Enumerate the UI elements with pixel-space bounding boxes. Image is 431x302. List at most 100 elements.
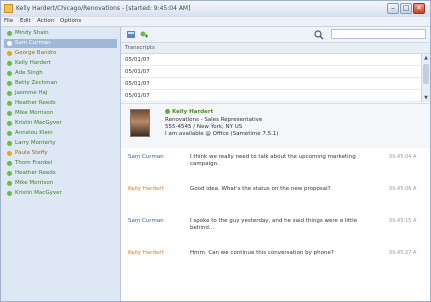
online-status-icon xyxy=(7,171,12,176)
minimize-button[interactable]: – xyxy=(387,3,399,14)
chat-window: Kelly Hardert/Chicago/Renovations - [sta… xyxy=(0,0,431,302)
online-status-icon xyxy=(7,101,12,106)
online-status-icon xyxy=(7,31,12,36)
title-bar[interactable]: Kelly Hardert/Chicago/Renovations - [sta… xyxy=(1,1,430,18)
contact-item[interactable]: Betty Zechman xyxy=(4,79,117,88)
search-icon[interactable] xyxy=(314,30,324,40)
transcript-row[interactable]: 05/01/07 xyxy=(121,78,421,90)
card-org: Renovations - Sales Representative xyxy=(165,117,263,123)
transcript-date: 05/01/07 xyxy=(125,57,150,63)
contact-name: George Bandro xyxy=(15,50,57,56)
contact-name: Heather Reeds xyxy=(15,170,56,176)
contact-item[interactable]: Annelou Klein xyxy=(4,129,117,138)
message-list: Sam Curman I think we really need to talk… xyxy=(121,148,430,301)
card-name: Kelly Hardert xyxy=(172,109,214,115)
contact-item[interactable]: Larry Monterty xyxy=(4,139,117,148)
message-sender: Sam Curman xyxy=(128,218,164,224)
online-status-icon xyxy=(165,109,170,114)
contact-name: Jasmine Haj xyxy=(15,90,48,96)
message-time: 09:45:15 A xyxy=(389,218,417,224)
transcript-list: 05/01/07 05/01/07 05/01/07 05/01/07 xyxy=(121,54,421,102)
close-button[interactable]: ✕ xyxy=(413,3,425,14)
message-text: I spoke to the guy yesterday, and he sai… xyxy=(190,218,358,231)
scroll-down-icon[interactable]: ▼ xyxy=(423,95,429,101)
contact-name: Paula Steffy xyxy=(15,150,48,156)
message-sender: Kelly Hardert xyxy=(128,250,164,256)
away-status-icon xyxy=(7,151,12,156)
contact-name: Larry Monterty xyxy=(15,140,56,146)
avatar xyxy=(130,109,150,137)
transcript-scrollbar[interactable]: ▲ ▼ xyxy=(421,54,430,102)
online-status-icon xyxy=(7,131,12,136)
conversation-panel: Transcripts 05/01/07 05/01/07 05/01/07 0… xyxy=(121,27,430,301)
transcript-row[interactable]: 05/01/07 xyxy=(121,66,421,78)
maximize-button[interactable]: □ xyxy=(400,3,412,14)
scroll-up-icon[interactable]: ▲ xyxy=(423,55,429,61)
contact-card: Kelly Hardert Renovations - Sales Repres… xyxy=(121,103,430,149)
menu-action[interactable]: Action xyxy=(37,18,54,24)
contact-name: Thom Frankel xyxy=(15,160,53,166)
contact-name: Kristin MacGyver xyxy=(15,190,62,196)
contact-name: Mindy Shain xyxy=(15,30,49,36)
message-text: Hmm. Can we continue this conversation b… xyxy=(190,250,334,256)
contact-name: Kristin MacGyver xyxy=(15,120,62,126)
contact-name: Betty Zechman xyxy=(15,80,58,86)
contact-item[interactable]: Mike Morrison xyxy=(4,109,117,118)
toolbar xyxy=(121,27,430,43)
away-status-icon xyxy=(7,51,12,56)
contact-name: Ade Singh xyxy=(15,70,43,76)
online-status-icon xyxy=(7,81,12,86)
contact-item[interactable]: George Bandro xyxy=(4,49,117,58)
contact-name: Mike Morrison xyxy=(15,180,54,186)
app-icon xyxy=(4,4,13,13)
transcript-date: 05/01/07 xyxy=(125,69,150,75)
contact-item[interactable]: Mike Morrison xyxy=(4,179,117,188)
online-status-icon xyxy=(7,111,12,116)
contact-item[interactable]: Heather Reeds xyxy=(4,99,117,108)
contact-name: Heather Reeds xyxy=(15,100,56,106)
contacts-icon[interactable] xyxy=(127,31,135,38)
message-time: 09:45:27 A xyxy=(389,250,417,256)
contact-item[interactable]: Kelly Hardert xyxy=(4,59,117,68)
menu-file[interactable]: File xyxy=(4,18,13,24)
add-contact-icon[interactable] xyxy=(140,31,148,38)
contact-item[interactable]: Sam Curman xyxy=(4,39,117,48)
menu-bar: File Edit Action Options xyxy=(1,17,430,27)
online-status-icon xyxy=(7,61,12,66)
contact-item[interactable]: Mindy Shain xyxy=(4,29,117,38)
contact-list: Mindy Shain Sam Curman George Bandro Kelly … xyxy=(1,27,121,301)
online-status-icon xyxy=(7,191,12,196)
window-title: Kelly Hardert/Chicago/Renovations - [sta… xyxy=(16,5,191,12)
card-status: I am available @ Office (Sametime 7.5.1) xyxy=(165,131,279,137)
online-status-icon xyxy=(7,181,12,186)
transcript-row[interactable]: 05/01/07 xyxy=(121,90,421,102)
message-sender: Sam Curman xyxy=(128,154,164,160)
online-status-icon xyxy=(7,141,12,146)
contact-name: Kelly Hardert xyxy=(15,60,51,66)
transcript-date: 05/01/07 xyxy=(125,93,150,99)
online-status-icon xyxy=(7,41,12,46)
contact-item[interactable]: Paula Steffy xyxy=(4,149,117,158)
card-phone: 555-4545 / New York, NY US xyxy=(165,124,243,130)
message-text: I think we really need to talk about the… xyxy=(190,154,356,167)
contact-item[interactable]: Ade Singh xyxy=(4,69,117,78)
contact-item[interactable]: Thom Frankel xyxy=(4,159,117,168)
transcript-row[interactable]: 05/01/07 xyxy=(121,54,421,66)
scroll-thumb[interactable] xyxy=(423,64,429,84)
contact-item[interactable]: Heather Reeds xyxy=(4,169,117,178)
menu-edit[interactable]: Edit xyxy=(20,18,31,24)
online-status-icon xyxy=(7,121,12,126)
contact-item[interactable]: Jasmine Haj xyxy=(4,89,117,98)
online-status-icon xyxy=(7,71,12,76)
message-time: 09:45:04 A xyxy=(389,154,417,160)
search-input[interactable] xyxy=(331,29,426,39)
card-name-row: Kelly Hardert xyxy=(165,109,213,115)
message-time: 09:45:06 A xyxy=(389,186,417,192)
contact-name: Annelou Klein xyxy=(15,130,53,136)
contact-item[interactable]: Kristin MacGyver xyxy=(4,189,117,198)
contact-name: Mike Morrison xyxy=(15,110,54,116)
menu-options[interactable]: Options xyxy=(60,18,81,24)
contact-item[interactable]: Kristin MacGyver xyxy=(4,119,117,128)
message-text: Good idea. What's the status on the new … xyxy=(190,186,331,192)
transcript-header: Transcripts xyxy=(121,43,430,54)
